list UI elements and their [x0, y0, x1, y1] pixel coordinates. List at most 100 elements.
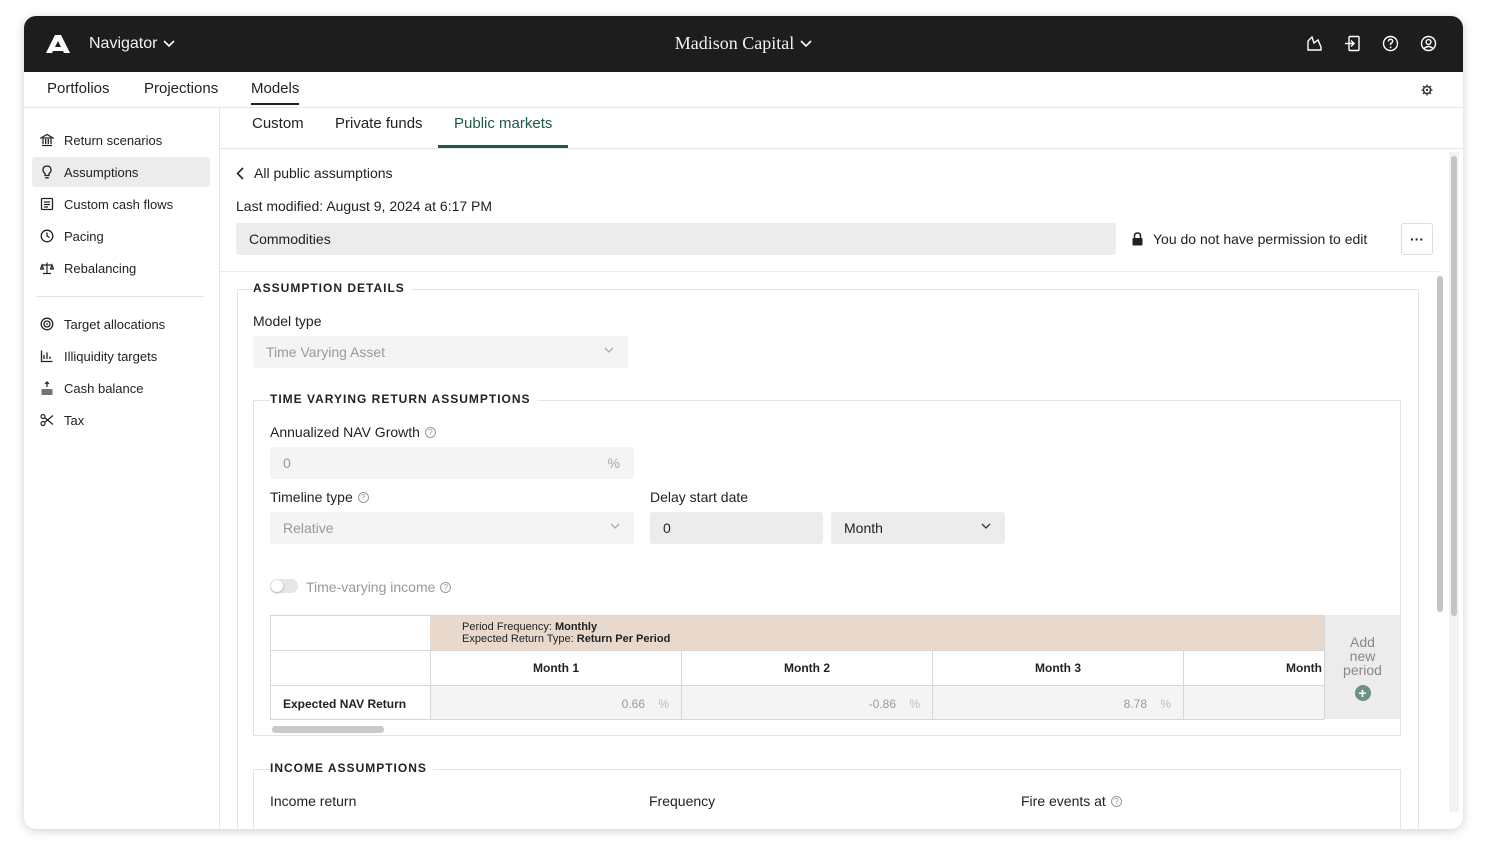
cell-value: 0.66 [621, 697, 645, 711]
return-cell: 8.78% [932, 685, 1183, 720]
sidebar-item-label: Cash balance [64, 380, 144, 396]
target-icon [40, 317, 54, 331]
period-frequency-value: Monthly [554, 621, 598, 633]
lock-icon [1132, 232, 1143, 246]
import-icon[interactable] [1343, 34, 1361, 52]
clock-icon [40, 229, 54, 243]
chevron-down-icon [800, 39, 812, 47]
main-content: All public assumptions Last modified: Au… [220, 149, 1439, 829]
back-link-label: All public assumptions [254, 165, 393, 181]
content-scrollbar[interactable] [1451, 156, 1457, 616]
nav-growth-label: Annualized NAV Growth ? [270, 424, 436, 440]
cash-stack-icon [40, 381, 54, 395]
time-varying-income-toggle[interactable] [270, 579, 298, 593]
inner-scrollbar[interactable] [1437, 276, 1443, 612]
scale-icon [40, 261, 54, 275]
help-icon[interactable]: ? [424, 426, 436, 438]
section-divider [220, 271, 1439, 272]
add-period-button[interactable]: Add new period + [1324, 615, 1400, 719]
help-icon[interactable] [1381, 34, 1399, 52]
sidebar-item-label: Illiquidity targets [64, 348, 158, 364]
sidebar-item-cash-balance[interactable]: Cash balance [32, 373, 210, 403]
column-header: Month 2 [681, 650, 932, 685]
help-icon[interactable]: ? [1110, 795, 1122, 807]
assumption-details-legend: ASSUMPTION DETAILS [253, 281, 411, 295]
model-type-select: Time Varying Asset [253, 336, 628, 368]
return-type-value: Return Per Period [576, 633, 671, 645]
sidebar-item-return-scenarios[interactable]: Return scenarios [32, 125, 210, 155]
tab-custom[interactable]: Custom [252, 115, 304, 132]
sidebar-item-assumptions[interactable]: Assumptions [32, 157, 210, 187]
time-varying-income-text: Time-varying income [306, 579, 436, 595]
sidebar-item-target-allocations[interactable]: Target allocations [32, 309, 210, 339]
period-info-banner: Period Frequency: Monthly Expected Retur… [430, 615, 1324, 650]
cell-value: -0.86 [868, 697, 896, 711]
sidebar-item-custom-cash-flows[interactable]: Custom cash flows [32, 189, 210, 219]
model-tabs: Custom Private funds Public markets [220, 108, 1463, 149]
bank-icon [40, 133, 54, 147]
sidebar-item-label: Target allocations [64, 316, 166, 332]
more-options-button[interactable]: ··· [1401, 223, 1433, 255]
sidebar-item-label: Pacing [64, 228, 104, 244]
grid-corner-cell [270, 615, 430, 650]
assumption-name-field[interactable]: Commodities [236, 223, 1116, 255]
tab-private-funds[interactable]: Private funds [335, 115, 423, 132]
grid-header-empty [270, 650, 430, 685]
user-account-icon[interactable] [1419, 34, 1437, 52]
nav-growth-label-text: Annualized NAV Growth [270, 424, 420, 440]
return-cell [1183, 685, 1324, 720]
sidebar-item-label: Custom cash flows [64, 196, 174, 212]
sidebar-item-tax[interactable]: Tax [32, 405, 210, 435]
delay-start-input[interactable]: 0 [650, 512, 823, 544]
delay-start-label: Delay start date [650, 489, 748, 505]
help-icon[interactable]: ? [357, 491, 369, 503]
back-link[interactable]: All public assumptions [236, 165, 393, 181]
cell-value: 8.78 [1123, 697, 1147, 711]
sidebar-item-label: Tax [64, 412, 85, 428]
income-return-text: Income return [270, 793, 357, 809]
sidebar-item-rebalancing[interactable]: Rebalancing [32, 253, 210, 283]
delay-start-label-text: Delay start date [650, 489, 749, 505]
add-period-label: Add new period [1343, 634, 1382, 678]
delay-unit-select[interactable]: Month [831, 512, 1005, 544]
percent-suffix: % [909, 697, 920, 711]
permission-notice: You do not have permission to edit [1132, 231, 1367, 247]
top-bar: Navigator Madison Capital [24, 16, 1463, 72]
return-cell: 0.66% [430, 685, 681, 720]
gear-icon[interactable] [1421, 84, 1433, 96]
percent-suffix: % [1160, 697, 1171, 711]
column-header: Month 3 [932, 650, 1183, 685]
sidebar-item-pacing[interactable]: Pacing [32, 221, 210, 251]
chevron-down-icon [604, 347, 614, 353]
sidebar: Return scenarios Assumptions Custom cash… [24, 108, 220, 829]
fire-events-label: Fire events at ? [1021, 793, 1122, 809]
active-tab-indicator [438, 145, 568, 148]
return-type-line: Expected Return Type: Return Per Period [462, 633, 1292, 645]
return-type-label: Expected Return Type: [462, 633, 574, 645]
percent-suffix: % [607, 455, 620, 471]
delay-unit-value: Month [844, 520, 883, 536]
nav-portfolios[interactable]: Portfolios [47, 80, 110, 97]
sidebar-item-illiquidity-targets[interactable]: Illiquidity targets [32, 341, 210, 371]
chevron-down-icon [610, 523, 620, 529]
main-nav: Portfolios Projections Models [24, 72, 1463, 108]
app-window: Navigator Madison Capital Portfolios Pro… [24, 16, 1463, 829]
toggle-knob [271, 580, 283, 592]
tab-public-markets[interactable]: Public markets [454, 115, 552, 132]
nav-projections[interactable]: Projections [144, 80, 218, 97]
lightbulb-icon [40, 165, 54, 179]
chart-icon[interactable] [1305, 34, 1323, 52]
timeline-type-label-text: Timeline type [270, 489, 353, 505]
timeline-type-value: Relative [283, 520, 334, 536]
period-frequency-label: Period Frequency: [462, 621, 552, 633]
model-type-label-text: Model type [253, 313, 322, 329]
grid-horizontal-scrollbar[interactable] [272, 726, 384, 733]
frequency-label: Frequency [649, 793, 715, 809]
cash-flow-icon [40, 197, 54, 211]
help-icon[interactable]: ? [440, 581, 452, 593]
time-varying-legend: TIME VARYING RETURN ASSUMPTIONS [270, 392, 537, 406]
timeline-type-select: Relative [270, 512, 634, 544]
org-switcher[interactable]: Madison Capital [675, 33, 813, 54]
plus-icon: + [1354, 685, 1371, 701]
nav-models[interactable]: Models [251, 80, 300, 105]
